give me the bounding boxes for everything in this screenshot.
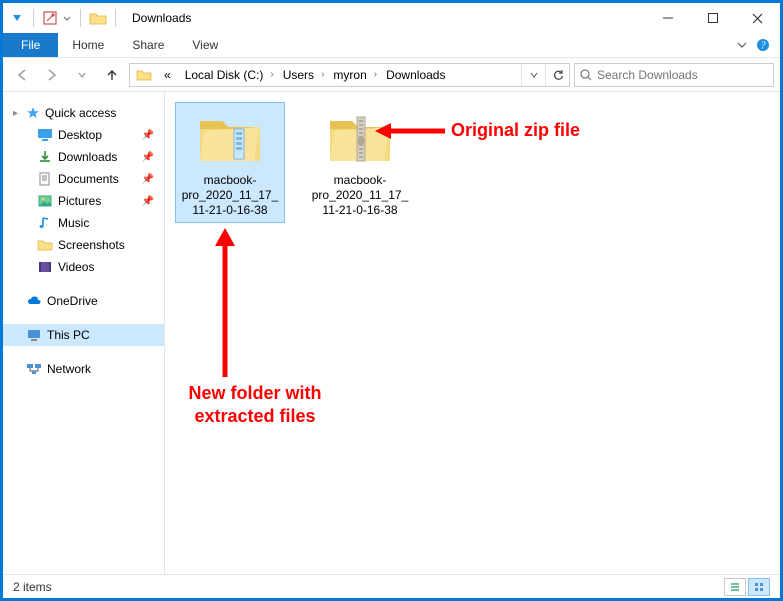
nav-toolbar: « Local Disk (C:)› Users› myron› Downloa… xyxy=(3,58,780,92)
annotation-text: extracted files xyxy=(155,405,355,428)
nav-label: Pictures xyxy=(58,194,101,208)
nav-item-music[interactable]: Music xyxy=(3,212,164,234)
ribbon-tabs: File Home Share View ? xyxy=(3,33,780,58)
nav-label: OneDrive xyxy=(47,294,98,308)
breadcrumb-segment[interactable]: Downloads xyxy=(378,64,451,86)
annotation-text: Original zip file xyxy=(451,120,580,141)
nav-item-documents[interactable]: Documents 📌 xyxy=(3,168,164,190)
nav-this-pc[interactable]: This PC xyxy=(3,324,164,346)
refresh-icon[interactable] xyxy=(545,64,569,86)
folder-icon xyxy=(37,237,53,253)
pin-icon: 📌 xyxy=(142,152,154,163)
breadcrumb-segment[interactable]: Local Disk (C:) xyxy=(177,64,270,86)
home-tab[interactable]: Home xyxy=(58,33,118,57)
window-title: Downloads xyxy=(132,11,191,25)
nav-label: Screenshots xyxy=(58,238,125,252)
view-mode-buttons xyxy=(724,578,770,596)
documents-icon xyxy=(37,171,53,187)
nav-item-desktop[interactable]: Desktop 📌 xyxy=(3,124,164,146)
zip-folder-icon xyxy=(324,107,396,167)
folder-icon xyxy=(130,68,156,82)
computer-icon xyxy=(26,327,42,343)
history-dropdown-icon[interactable] xyxy=(521,64,545,86)
share-tab[interactable]: Share xyxy=(118,33,178,57)
nav-label: Music xyxy=(58,216,89,230)
folder-icon xyxy=(89,10,107,26)
videos-icon xyxy=(37,259,53,275)
pin-icon: 📌 xyxy=(142,196,154,207)
expand-ribbon-icon[interactable] xyxy=(736,39,748,51)
status-item-count: 2 items xyxy=(13,580,52,594)
annotation-folder: New folder with extracted files xyxy=(155,222,355,427)
annotation-text: New folder with xyxy=(155,382,355,405)
nav-onedrive[interactable]: OneDrive xyxy=(3,290,164,312)
nav-item-screenshots[interactable]: Screenshots xyxy=(3,234,164,256)
recent-locations-button[interactable] xyxy=(69,62,95,88)
search-input[interactable] xyxy=(597,68,769,82)
icons-view-button[interactable] xyxy=(748,578,770,596)
ribbon-toggle: ? xyxy=(726,33,780,57)
up-button[interactable] xyxy=(99,62,125,88)
title-bar: Downloads xyxy=(3,3,780,33)
qat-dropdown-icon[interactable] xyxy=(62,10,72,26)
view-tab[interactable]: View xyxy=(178,33,232,57)
music-icon xyxy=(37,215,53,231)
nav-item-pictures[interactable]: Pictures 📌 xyxy=(3,190,164,212)
cloud-icon xyxy=(26,293,42,309)
search-box[interactable] xyxy=(574,63,774,87)
navigation-pane: ▸ Quick access Desktop 📌 Downloads 📌 Docum… xyxy=(3,92,165,574)
window-controls xyxy=(645,3,780,33)
nav-label: This PC xyxy=(47,328,90,342)
maximize-button[interactable] xyxy=(690,3,735,33)
nav-item-videos[interactable]: Videos xyxy=(3,256,164,278)
nav-label: Videos xyxy=(58,260,94,274)
star-icon xyxy=(26,106,40,120)
pictures-icon xyxy=(37,193,53,209)
file-name: macbook-pro_2020_11_17_11-21-0-16-38 xyxy=(180,173,280,218)
details-view-button[interactable] xyxy=(724,578,746,596)
breadcrumb-segment[interactable]: myron xyxy=(325,64,372,86)
arrow-up-icon xyxy=(155,222,355,382)
breadcrumb-segment[interactable]: Users xyxy=(275,64,320,86)
svg-text:?: ? xyxy=(761,41,766,52)
separator xyxy=(33,9,34,27)
explorer-body: ▸ Quick access Desktop 📌 Downloads 📌 Docum… xyxy=(3,92,780,574)
address-bar[interactable]: « Local Disk (C:)› Users› myron› Downloa… xyxy=(129,63,570,87)
breadcrumb-overflow[interactable]: « xyxy=(156,64,177,86)
status-bar: 2 items xyxy=(3,574,780,598)
nav-label: Network xyxy=(47,362,91,376)
help-icon[interactable]: ? xyxy=(756,38,770,52)
nav-quick-access[interactable]: ▸ Quick access xyxy=(3,102,164,124)
file-tab[interactable]: File xyxy=(3,33,58,57)
back-button[interactable] xyxy=(9,62,35,88)
explorer-window: Downloads File Home Share View ? « Local… xyxy=(0,0,783,601)
desktop-icon xyxy=(37,127,53,143)
properties-icon[interactable] xyxy=(42,10,58,26)
nav-network[interactable]: Network xyxy=(3,358,164,380)
downloads-icon xyxy=(37,149,53,165)
pin-icon: 📌 xyxy=(142,174,154,185)
file-name: macbook-pro_2020_11_17_11-21-0-16-38 xyxy=(310,173,410,218)
pin-icon: 📌 xyxy=(142,130,154,141)
nav-label: Downloads xyxy=(58,150,117,164)
nav-label: Quick access xyxy=(45,106,116,120)
file-list[interactable]: macbook-pro_2020_11_17_11-21-0-16-38 xyxy=(165,92,780,574)
search-icon xyxy=(579,68,593,82)
network-icon xyxy=(26,361,42,377)
minimize-button[interactable] xyxy=(645,3,690,33)
file-item-zip[interactable]: macbook-pro_2020_11_17_11-21-0-16-38 xyxy=(305,102,415,223)
nav-label: Documents xyxy=(58,172,119,186)
file-item-folder[interactable]: macbook-pro_2020_11_17_11-21-0-16-38 xyxy=(175,102,285,223)
separator xyxy=(115,9,116,27)
chevron-right-icon: ▸ xyxy=(13,108,21,119)
folder-large-icon xyxy=(194,107,266,167)
down-arrow-icon[interactable] xyxy=(9,10,25,26)
separator xyxy=(80,9,81,27)
forward-button[interactable] xyxy=(39,62,65,88)
nav-label: Desktop xyxy=(58,128,102,142)
address-bar-buttons xyxy=(521,64,569,86)
nav-item-downloads[interactable]: Downloads 📌 xyxy=(3,146,164,168)
quick-access-toolbar: Downloads xyxy=(3,9,191,27)
close-button[interactable] xyxy=(735,3,780,33)
